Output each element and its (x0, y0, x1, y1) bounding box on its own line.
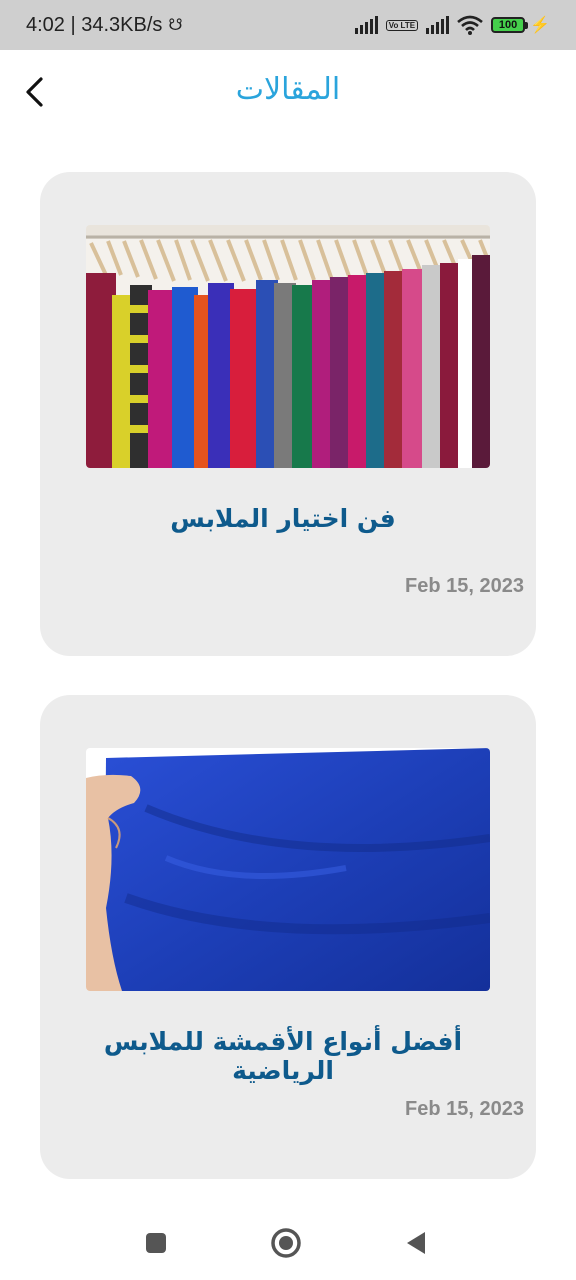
square-icon (146, 1233, 166, 1253)
app-header: المقالات (0, 50, 576, 140)
status-right: Vo LTE 100 ⚡ (354, 15, 550, 35)
charging-icon: ⚡ (530, 17, 550, 34)
battery-icon: 100 ⚡ (491, 15, 550, 35)
article-title: فن اختيار الملابس (170, 504, 396, 533)
nav-back-button[interactable] (386, 1206, 446, 1280)
status-left: 4:02 | 34.3KB/s ☋ (26, 14, 183, 37)
article-card[interactable]: أفضل أنواع الأقمشة للملابس الرياضية Feb … (40, 695, 536, 1179)
home-button[interactable] (256, 1206, 316, 1280)
article-date: Feb 15, 2023 (405, 1098, 524, 1120)
article-image (86, 748, 490, 991)
article-card[interactable]: فن اختيار الملابس Feb 15, 2023 (40, 172, 536, 656)
volte-icon: Vo LTE (385, 19, 419, 31)
triangle-back-icon (407, 1232, 425, 1254)
status-bar: 4:02 | 34.3KB/s ☋ Vo LTE 100 ⚡ (0, 0, 576, 50)
page-title: المقالات (235, 72, 341, 107)
recent-apps-button[interactable] (126, 1206, 186, 1280)
article-title: أفضل أنواع الأقمشة للملابس الرياضية (103, 1027, 463, 1085)
status-time: 4:02 | 34.3KB/s (26, 13, 163, 36)
signal-icon-2 (426, 16, 450, 34)
system-nav-bar (0, 1206, 576, 1280)
article-date: Feb 15, 2023 (405, 575, 524, 597)
battery-level: 100 (491, 17, 526, 33)
vpn-icon: ☋ (168, 17, 183, 34)
article-image (86, 225, 490, 468)
wifi-icon (457, 15, 483, 35)
circle-icon (271, 1228, 301, 1258)
signal-icon (354, 16, 378, 34)
